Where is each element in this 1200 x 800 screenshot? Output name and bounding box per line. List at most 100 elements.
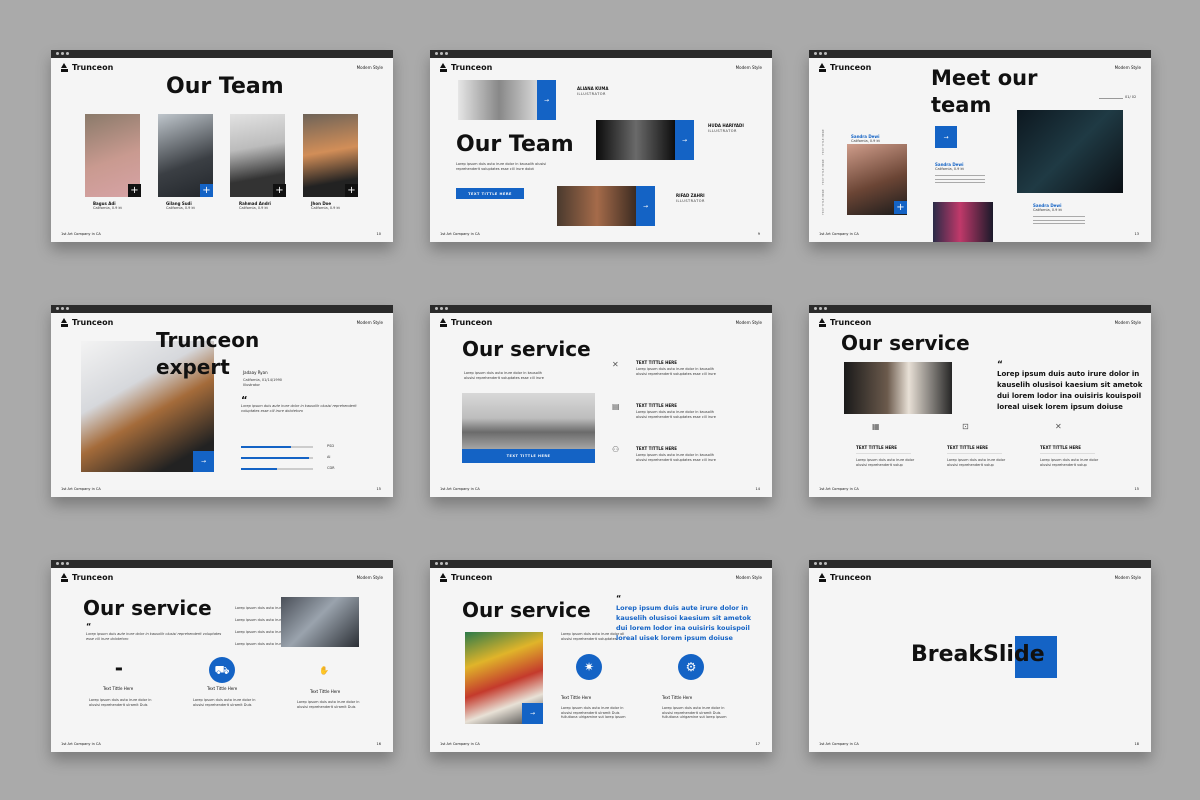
building-icon: ▦ — [872, 422, 880, 431]
footer-text: 1st Art Company in CA — [61, 487, 101, 491]
footer-text: 1st Art Company in CA — [440, 742, 480, 746]
quote-line: kauselih olusisoi kaesium sit ametok — [997, 381, 1143, 389]
brand-logo: Trunceon — [440, 63, 492, 72]
divider — [1099, 98, 1123, 99]
slide-our-service-2[interactable]: Trunceon Modern Style Our service “ Lore… — [809, 305, 1151, 497]
window-bar — [809, 305, 1151, 313]
slide-our-team-2[interactable]: Trunceon Modern Style → ALIANA KUMA ILLU… — [430, 50, 772, 242]
service-item-text: Lorep ipsum duis auto irure dolor in olus… — [561, 706, 626, 720]
service-item-text: Lorep ipsum duis auto irure dolor in olus… — [89, 698, 152, 707]
slide-counter: 01/ 02 — [1125, 95, 1137, 99]
service-item-text: Lorep ipsum duis auto irure dolor olusisi… — [1040, 458, 1099, 467]
person-loc: California, 0.9 kt — [851, 139, 880, 143]
skill-bar-ai — [241, 457, 313, 459]
slide-title: Our service — [841, 331, 970, 355]
person-name: ALIANA KUMA — [577, 86, 609, 91]
service-item-text: Lorep ipsum duis auto irure dolor olusisi… — [856, 458, 915, 467]
page-number: 18 — [1134, 742, 1139, 746]
slide-our-service-1[interactable]: Trunceon Modern Style Our service Lorep … — [430, 305, 772, 497]
person-photo-1 — [458, 80, 540, 120]
service-item-title: TEXT TITTLE HERE — [1040, 445, 1081, 450]
person-loc: California, 0.9 kt — [1033, 208, 1062, 212]
slide-title-line2: expert — [156, 355, 230, 379]
page-number: 14 — [755, 487, 760, 491]
logo-icon — [61, 63, 68, 72]
slide-trunceon-expert[interactable]: Trunceon Modern Style → Trunceon expert … — [51, 305, 393, 497]
side-label: TEXT TITLE HERE — [821, 189, 825, 215]
page-number: 9 — [757, 232, 760, 236]
logo-icon — [440, 573, 447, 582]
text-title-button[interactable]: TEXT TITTLE HERE — [462, 449, 595, 463]
slide-title: Our service — [83, 596, 212, 620]
arrow-right-icon[interactable]: → — [935, 126, 957, 148]
arrow-right-icon[interactable]: → — [193, 451, 214, 472]
person-name: HUDA HARIYADI — [708, 123, 744, 128]
quote-line: kauselih olusisoi kaesium sit ametok — [616, 614, 752, 622]
footer-text: 1st Art Company in CA — [819, 742, 859, 746]
person-loc: California, 0.9 kt — [935, 167, 964, 171]
person-role: ILLUSTRATOR — [676, 199, 705, 203]
style-tag: Modern Style — [1114, 65, 1141, 70]
plus-icon[interactable]: + — [894, 201, 907, 214]
window-bar — [809, 560, 1151, 568]
slide-our-team-1[interactable]: Trunceon Modern Style Our Team + + + + B… — [51, 50, 393, 242]
chart-icon: ▤ — [612, 402, 620, 411]
service-item-title: Text Tittle Here — [103, 686, 134, 691]
person-photo-2 — [933, 202, 993, 242]
monitor-icon: ⊡ — [962, 422, 969, 431]
service-item-title: TEXT TITTLE HERE — [856, 445, 897, 450]
service-item-title: Text Tittle Here — [662, 695, 693, 700]
divider — [947, 453, 1002, 454]
footer-text: 1st Art Company in CA — [61, 232, 101, 236]
logo-icon — [61, 573, 68, 582]
page-number: 15 — [1134, 487, 1139, 491]
plus-icon[interactable]: + — [128, 184, 141, 197]
text-lines — [1033, 216, 1085, 227]
service-item-title: TEXT TITTLE HERE — [636, 360, 677, 365]
person-photo-3 — [1017, 110, 1123, 193]
window-bar — [809, 50, 1151, 58]
bicycle-photo — [462, 393, 595, 449]
quote-mark: “ — [86, 622, 92, 631]
page-number: 17 — [755, 742, 760, 746]
slide-our-service-3[interactable]: Trunceon Modern Style Our service “ Lore… — [51, 560, 393, 752]
page-number: 16 — [376, 742, 381, 746]
plus-icon[interactable]: + — [273, 184, 286, 197]
brand-logo: Trunceon — [819, 573, 871, 582]
divider — [1040, 453, 1095, 454]
quote-line: loreal uisek lorem ipsum doiuse — [616, 634, 733, 642]
skill-bar-psd — [241, 446, 313, 448]
arrow-right-icon[interactable]: → — [675, 120, 694, 160]
text-title-button[interactable]: TEXT TITTLE HERE — [456, 188, 524, 199]
brand-logo: Trunceon — [61, 63, 113, 72]
logo-icon — [440, 318, 447, 327]
member-loc: California, 0.9 kt — [93, 206, 122, 210]
settings-icon: ✷ — [576, 654, 602, 680]
service-item-title: TEXT TITTLE HERE — [636, 403, 677, 408]
plus-icon[interactable]: + — [345, 184, 358, 197]
arrow-right-icon[interactable]: → — [537, 80, 556, 120]
page-number: 15 — [376, 487, 381, 491]
brand-logo: Trunceon — [61, 573, 113, 582]
arrow-right-icon[interactable]: → — [522, 703, 543, 724]
plus-icon[interactable]: + — [200, 184, 213, 197]
handshake-icon: ✋ — [319, 666, 329, 675]
footer-text: 1st Art Company in CA — [61, 742, 101, 746]
quote-line: Lorep ipsum duis auto irure dolor in — [997, 370, 1140, 378]
skill-label: CDR — [327, 466, 335, 470]
slide-title-line2: team — [931, 93, 992, 117]
network-icon: ⚇ — [612, 445, 620, 454]
style-tag: Modern Style — [356, 575, 383, 580]
window-bar — [51, 305, 393, 313]
slide-our-service-4[interactable]: Trunceon Modern Style Our service “ Lore… — [430, 560, 772, 752]
person-role: Illustrator — [243, 383, 260, 387]
slide-meet-our-team[interactable]: Trunceon Modern Style Meet our team 01/ … — [809, 50, 1151, 242]
footer-text: 1st Art Company in CA — [440, 232, 480, 236]
person-photo-3 — [557, 186, 637, 226]
style-tag: Modern Style — [1114, 320, 1141, 325]
arrow-right-icon[interactable]: → — [636, 186, 655, 226]
service-item-title: Text Tittle Here — [310, 689, 341, 694]
service-item-text: Lorep ipsum duis auto irure dolor in kau… — [636, 367, 716, 376]
window-bar — [430, 305, 772, 313]
slide-break[interactable]: Trunceon Modern Style BreakSlide 1st Art… — [809, 560, 1151, 752]
